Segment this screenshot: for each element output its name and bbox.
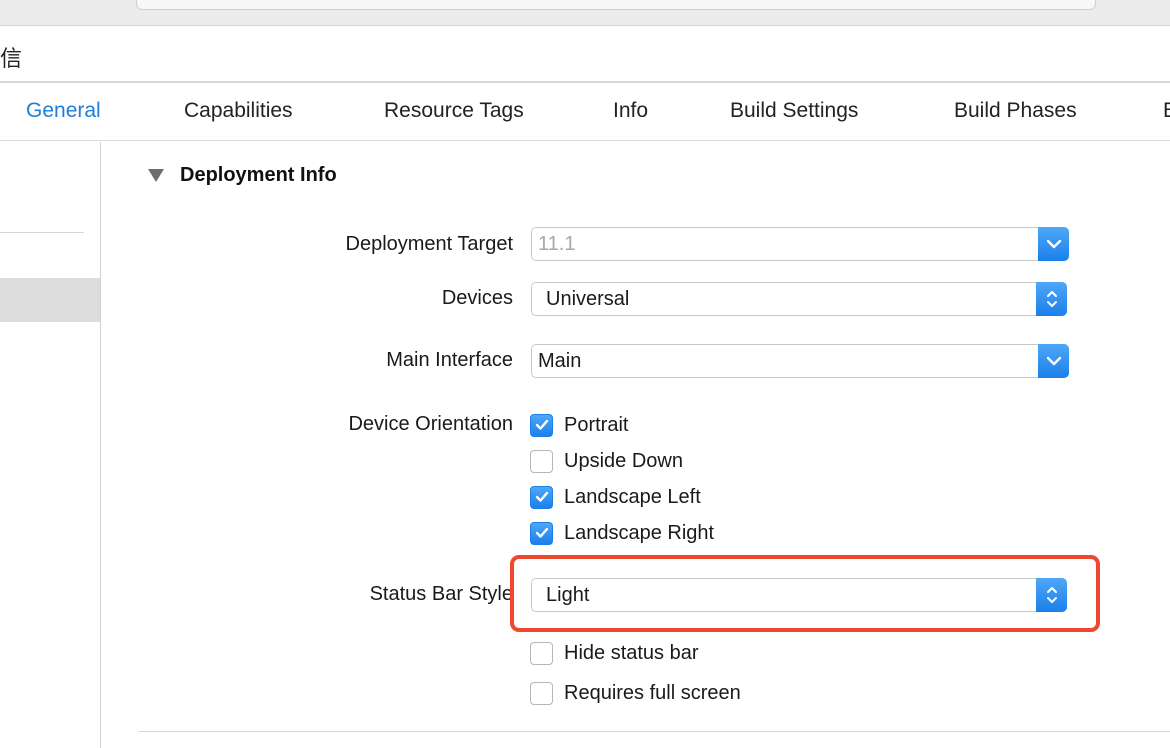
hide-status-bar-option[interactable]: Hide status bar xyxy=(530,639,699,667)
status-bar-style-label: Status Bar Style xyxy=(369,583,513,605)
orientation-portrait[interactable]: Portrait xyxy=(530,411,628,439)
up-down-chevron-icon xyxy=(1036,282,1067,316)
tab-build-settings[interactable]: Build Settings xyxy=(730,99,858,123)
checkbox-label: Upside Down xyxy=(564,449,683,472)
requires-full-screen-option[interactable]: Requires full screen xyxy=(530,679,741,707)
window-title: 信 xyxy=(0,46,23,71)
orientation-landscape-left[interactable]: Landscape Left xyxy=(530,483,701,511)
deployment-target-label: Deployment Target xyxy=(345,233,514,255)
devices-value: Universal xyxy=(546,288,630,310)
checkbox-unchecked[interactable] xyxy=(530,681,553,705)
checkbox-label: Portrait xyxy=(564,413,629,436)
toolbar-activity-field xyxy=(136,0,1096,10)
targets-sidebar xyxy=(0,142,101,748)
main-interface-combo[interactable]: Main xyxy=(531,344,1069,378)
checkbox-checked[interactable] xyxy=(530,521,553,545)
deployment-target-value: 11.1 xyxy=(538,233,576,255)
devices-popup[interactable]: Universal xyxy=(531,282,1067,316)
tab-build-phases[interactable]: Build Phases xyxy=(954,99,1077,123)
tab-resource-tags[interactable]: Resource Tags xyxy=(384,99,524,123)
checkbox-label: Hide status bar xyxy=(564,641,699,664)
device-orientation-label: Device Orientation xyxy=(348,413,513,435)
window-top-bar xyxy=(0,0,1170,26)
sidebar-divider xyxy=(0,232,84,233)
disclosure-triangle-icon[interactable] xyxy=(148,168,164,182)
chevron-down-icon[interactable] xyxy=(1038,227,1069,261)
devices-label: Devices xyxy=(441,287,513,309)
tab-bar: General Capabilities Resource Tags Info … xyxy=(0,85,1170,141)
annotation-highlight-box xyxy=(510,555,1100,632)
main-interface-value: Main xyxy=(538,350,582,372)
checkbox-unchecked[interactable] xyxy=(530,641,553,665)
checkbox-unchecked[interactable] xyxy=(530,449,553,473)
orientation-landscape-right[interactable]: Landscape Right xyxy=(530,519,714,547)
tab-capabilities[interactable]: Capabilities xyxy=(184,99,293,123)
deployment-target-combo[interactable]: 11.1 xyxy=(531,227,1069,261)
section-title: Deployment Info xyxy=(180,163,337,186)
checkbox-label: Requires full screen xyxy=(564,681,741,704)
checkbox-label: Landscape Right xyxy=(564,521,715,544)
orientation-upside-down[interactable]: Upside Down xyxy=(530,447,683,475)
checkbox-checked[interactable] xyxy=(530,413,553,437)
section-divider xyxy=(138,731,1170,732)
main-interface-label: Main Interface xyxy=(386,349,513,371)
tab-build-rules-truncated[interactable]: B xyxy=(1163,99,1170,123)
chevron-down-icon[interactable] xyxy=(1038,344,1069,378)
tab-general[interactable]: General xyxy=(26,99,101,123)
deployment-info-header[interactable]: Deployment Info xyxy=(148,160,337,190)
sidebar-selected-target[interactable] xyxy=(0,278,100,322)
editor-title-row: 信 xyxy=(0,27,1170,83)
tab-info[interactable]: Info xyxy=(613,99,648,123)
checkbox-label: Landscape Left xyxy=(564,485,701,508)
checkbox-checked[interactable] xyxy=(530,485,553,509)
